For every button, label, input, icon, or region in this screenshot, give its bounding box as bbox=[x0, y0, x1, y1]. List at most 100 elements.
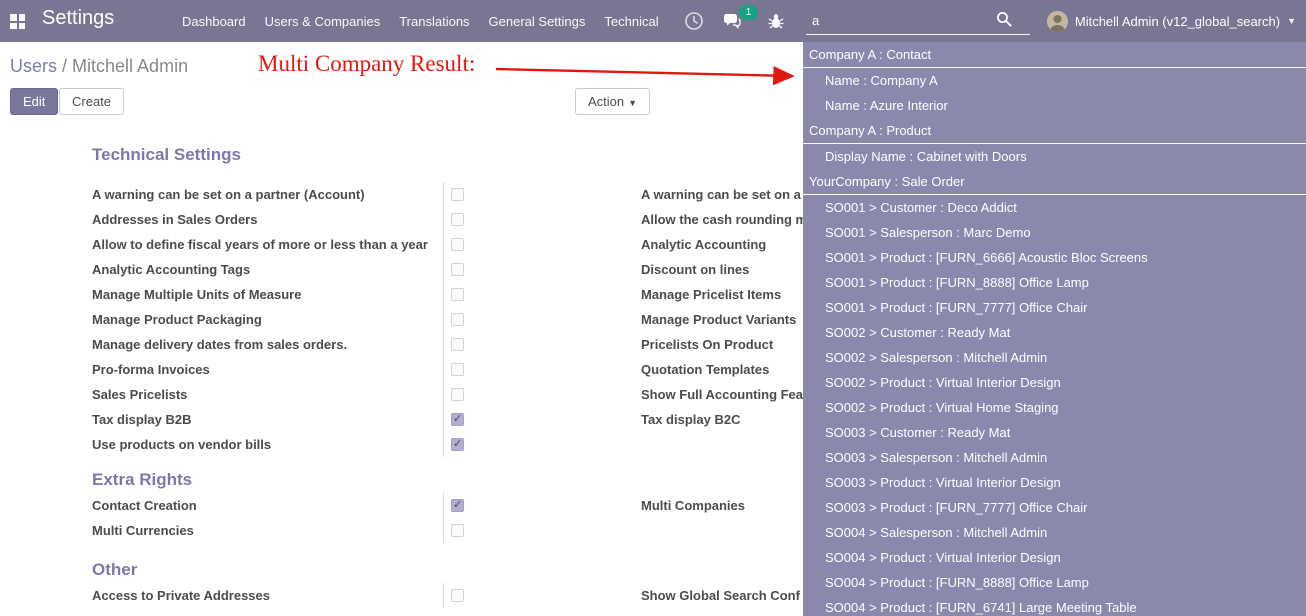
annotation-arrow bbox=[490, 60, 802, 86]
search-result-group-header: Company A : Product bbox=[803, 118, 1306, 144]
search-result-item[interactable]: Name : Company A bbox=[803, 68, 1306, 93]
nav-item-general-settings[interactable]: General Settings bbox=[489, 14, 586, 29]
action-dropdown-button[interactable]: Action ▼ bbox=[575, 88, 650, 115]
setting-label-right-column: Manage Product Variants bbox=[641, 312, 796, 327]
search-result-item[interactable]: SO002 > Product : Virtual Interior Desig… bbox=[803, 370, 1306, 395]
breadcrumb-users-link[interactable]: Users bbox=[10, 56, 57, 76]
setting-label-right-column: Analytic Accounting bbox=[641, 237, 766, 252]
magnifier-icon[interactable] bbox=[996, 11, 1012, 27]
checkbox-unchecked[interactable] bbox=[451, 263, 464, 276]
user-avatar bbox=[1047, 11, 1068, 32]
message-count-badge: 1 bbox=[739, 5, 758, 20]
global-search-results-dropdown: Company A : ContactName : Company AName … bbox=[803, 42, 1306, 616]
checkbox-unchecked[interactable] bbox=[451, 313, 464, 326]
search-result-group-header: YourCompany : Sale Order bbox=[803, 169, 1306, 195]
page: Settings Dashboard Users & Companies Tra… bbox=[0, 0, 1306, 616]
checkbox-unchecked[interactable] bbox=[451, 188, 464, 201]
app-name[interactable]: Settings bbox=[42, 7, 114, 30]
search-result-item[interactable]: Name : Azure Interior bbox=[803, 93, 1306, 118]
bug-icon[interactable] bbox=[766, 11, 786, 31]
breadcrumb-separator: / bbox=[57, 56, 72, 76]
setting-label: Analytic Accounting Tags bbox=[92, 262, 443, 277]
checkbox-cell bbox=[443, 307, 491, 332]
edit-button[interactable]: Edit bbox=[10, 88, 58, 115]
checkbox-cell bbox=[443, 432, 491, 457]
setting-label-right-column: Tax display B2C bbox=[641, 412, 740, 427]
setting-label-right-column: Multi Companies bbox=[641, 498, 745, 513]
setting-label-right-column: Quotation Templates bbox=[641, 362, 769, 377]
nav-item-users-companies[interactable]: Users & Companies bbox=[265, 14, 381, 29]
search-result-item[interactable]: SO003 > Customer : Ready Mat bbox=[803, 420, 1306, 445]
clock-icon[interactable] bbox=[684, 11, 704, 31]
search-result-group-header: Company A : Contact bbox=[803, 42, 1306, 68]
setting-label: Manage delivery dates from sales orders. bbox=[92, 337, 443, 352]
search-result-item[interactable]: SO001 > Customer : Deco Addict bbox=[803, 195, 1306, 220]
setting-label: Pro-forma Invoices bbox=[92, 362, 443, 377]
section-rows-other: Access to Private AddressesShow Global S… bbox=[92, 583, 805, 608]
apps-grid-square bbox=[19, 23, 26, 30]
setting-row: A warning can be set on a partner (Accou… bbox=[92, 182, 805, 207]
checkbox-checked[interactable] bbox=[451, 499, 464, 512]
checkbox-cell bbox=[443, 257, 491, 282]
setting-row: Manage delivery dates from sales orders.… bbox=[92, 332, 805, 357]
nav-item-technical[interactable]: Technical bbox=[604, 14, 658, 29]
search-result-item[interactable]: SO001 > Product : [FURN_7777] Office Cha… bbox=[803, 295, 1306, 320]
checkbox-cell bbox=[443, 382, 491, 407]
create-button[interactable]: Create bbox=[59, 88, 124, 115]
apps-grid-icon[interactable] bbox=[10, 14, 25, 29]
breadcrumb: Users / Mitchell Admin bbox=[10, 56, 188, 77]
top-navbar: Settings Dashboard Users & Companies Tra… bbox=[0, 0, 1306, 42]
search-result-item[interactable]: SO002 > Salesperson : Mitchell Admin bbox=[803, 345, 1306, 370]
checkbox-unchecked[interactable] bbox=[451, 338, 464, 351]
search-result-item[interactable]: SO002 > Product : Virtual Home Staging bbox=[803, 395, 1306, 420]
apps-grid-square bbox=[19, 14, 26, 21]
search-result-item[interactable]: SO004 > Product : [FURN_8888] Office Lam… bbox=[803, 570, 1306, 595]
annotation-text: Multi Company Result: bbox=[258, 51, 475, 77]
checkbox-cell bbox=[443, 282, 491, 307]
search-result-item[interactable]: SO001 > Product : [FURN_6666] Acoustic B… bbox=[803, 245, 1306, 270]
search-result-item[interactable]: SO003 > Salesperson : Mitchell Admin bbox=[803, 445, 1306, 470]
search-result-item[interactable]: Display Name : Cabinet with Doors bbox=[803, 144, 1306, 169]
nav-item-dashboard[interactable]: Dashboard bbox=[182, 14, 246, 29]
search-result-item[interactable]: SO001 > Product : [FURN_8888] Office Lam… bbox=[803, 270, 1306, 295]
search-result-item[interactable]: SO004 > Salesperson : Mitchell Admin bbox=[803, 520, 1306, 545]
nav-menu: Dashboard Users & Companies Translations… bbox=[182, 0, 659, 42]
search-result-item[interactable]: SO003 > Product : [FURN_7777] Office Cha… bbox=[803, 495, 1306, 520]
checkbox-cell bbox=[443, 583, 491, 608]
apps-grid-square bbox=[10, 23, 17, 30]
setting-row: Access to Private AddressesShow Global S… bbox=[92, 583, 805, 608]
nav-item-translations[interactable]: Translations bbox=[399, 14, 469, 29]
checkbox-unchecked[interactable] bbox=[451, 524, 464, 537]
setting-label: Tax display B2B bbox=[92, 412, 443, 427]
search-input[interactable] bbox=[810, 9, 999, 31]
search-result-item[interactable]: SO002 > Customer : Ready Mat bbox=[803, 320, 1306, 345]
checkbox-cell bbox=[443, 407, 491, 432]
setting-label: Use products on vendor bills bbox=[92, 437, 443, 452]
setting-label-right-column: Allow the cash rounding m bbox=[641, 212, 807, 227]
checkbox-unchecked[interactable] bbox=[451, 388, 464, 401]
checkbox-unchecked[interactable] bbox=[451, 288, 464, 301]
search-result-item[interactable]: SO004 > Product : [FURN_6741] Large Meet… bbox=[803, 595, 1306, 616]
global-search bbox=[806, 6, 1030, 35]
setting-label: Addresses in Sales Orders bbox=[92, 212, 443, 227]
checkbox-cell bbox=[443, 493, 491, 518]
checkbox-cell bbox=[443, 207, 491, 232]
search-result-item[interactable]: SO003 > Product : Virtual Interior Desig… bbox=[803, 470, 1306, 495]
checkbox-cell bbox=[443, 182, 491, 207]
action-label: Action bbox=[588, 94, 624, 109]
checkbox-unchecked[interactable] bbox=[451, 238, 464, 251]
checkbox-unchecked[interactable] bbox=[451, 589, 464, 602]
setting-label-right-column: A warning can be set on a bbox=[641, 187, 801, 202]
setting-label: Multi Currencies bbox=[92, 523, 443, 538]
user-menu[interactable]: Mitchell Admin (v12_global_search) ▼ bbox=[1047, 0, 1296, 42]
checkbox-checked[interactable] bbox=[451, 413, 464, 426]
checkbox-unchecked[interactable] bbox=[451, 213, 464, 226]
section-rows-technical-settings: A warning can be set on a partner (Accou… bbox=[92, 182, 805, 457]
caret-down-icon: ▼ bbox=[628, 98, 637, 108]
search-result-item[interactable]: SO004 > Product : Virtual Interior Desig… bbox=[803, 545, 1306, 570]
checkbox-cell bbox=[443, 332, 491, 357]
setting-label-right-column: Show Global Search Conf bbox=[641, 588, 800, 603]
checkbox-checked[interactable] bbox=[451, 438, 464, 451]
checkbox-unchecked[interactable] bbox=[451, 363, 464, 376]
search-result-item[interactable]: SO001 > Salesperson : Marc Demo bbox=[803, 220, 1306, 245]
